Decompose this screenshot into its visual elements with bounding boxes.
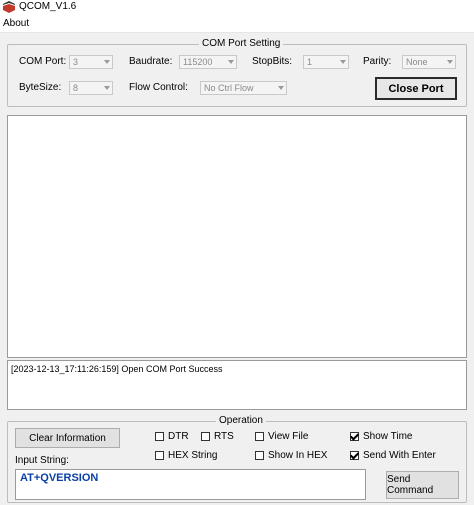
baudrate-select[interactable]: 115200	[179, 55, 237, 69]
parity-label: Parity:	[363, 56, 392, 67]
app-logo-icon	[3, 1, 15, 13]
clear-information-button[interactable]: Clear Information	[15, 428, 120, 448]
close-port-button[interactable]: Close Port	[375, 77, 457, 100]
chevron-down-icon	[104, 86, 110, 90]
menu-bar: About	[0, 15, 474, 33]
parity-select[interactable]: None	[402, 55, 456, 69]
rts-label: RTS	[214, 431, 234, 442]
receive-area[interactable]	[7, 115, 467, 358]
menu-item-about[interactable]: About	[3, 18, 29, 29]
chevron-down-icon	[104, 60, 110, 64]
log-line: [2023-12-13_17:11:26:159] Open COM Port …	[11, 364, 223, 374]
bytesize-value: 8	[73, 83, 79, 93]
baudrate-value: 115200	[183, 57, 213, 67]
show-in-hex-checkbox[interactable]	[255, 451, 264, 460]
window-title: QCOM_V1.6	[19, 1, 77, 12]
com-port-setting-title: COM Port Setting	[199, 39, 284, 49]
chevron-down-icon	[340, 60, 346, 64]
bytesize-select[interactable]: 8	[69, 81, 113, 95]
view-file-checkbox[interactable]	[255, 432, 264, 441]
send-command-button[interactable]: Send Command	[386, 471, 459, 499]
rts-checkbox[interactable]	[201, 432, 210, 441]
bytesize-label: ByteSize:	[19, 82, 62, 93]
flow-control-value: No Ctrl Flow	[204, 83, 254, 93]
dtr-label: DTR	[168, 431, 189, 442]
baudrate-label: Baudrate:	[129, 56, 173, 67]
chevron-down-icon	[228, 60, 234, 64]
send-with-enter-checkbox[interactable]	[350, 451, 359, 460]
operation-title: Operation	[216, 416, 266, 426]
chevron-down-icon	[278, 86, 284, 90]
parity-value: None	[406, 57, 428, 67]
log-area[interactable]: [2023-12-13_17:11:26:159] Open COM Port …	[7, 360, 467, 410]
dtr-checkbox[interactable]	[155, 432, 164, 441]
com-port-select[interactable]: 3	[69, 55, 113, 69]
flow-control-select[interactable]: No Ctrl Flow	[200, 81, 287, 95]
stopbits-value: 1	[307, 57, 313, 67]
chevron-down-icon	[447, 60, 453, 64]
show-time-label: Show Time	[363, 431, 413, 442]
input-string-label: Input String:	[15, 455, 69, 466]
title-bar: QCOM_V1.6	[0, 0, 474, 15]
input-string-field[interactable]: AT+QVERSION	[15, 469, 366, 500]
com-port-label: COM Port:	[19, 56, 67, 67]
send-with-enter-label: Send With Enter	[363, 450, 436, 461]
view-file-label: View File	[268, 431, 309, 442]
hex-string-checkbox[interactable]	[155, 451, 164, 460]
show-in-hex-label: Show In HEX	[268, 450, 328, 461]
stopbits-label: StopBits:	[252, 56, 293, 67]
flow-control-label: Flow Control:	[129, 82, 188, 93]
stopbits-select[interactable]: 1	[303, 55, 349, 69]
show-time-checkbox[interactable]	[350, 432, 359, 441]
hex-string-label: HEX String	[168, 450, 218, 461]
com-port-value: 3	[73, 57, 79, 67]
